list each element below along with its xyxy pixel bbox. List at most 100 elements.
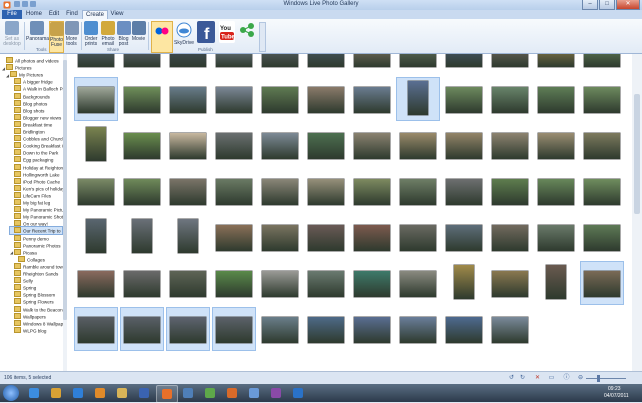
clock-date[interactable]: 04/07/2011 [604, 393, 629, 399]
tree-item[interactable]: My Panoramic Pictures [10, 206, 66, 213]
photo-thumbnail[interactable] [259, 308, 301, 350]
tree-item[interactable]: Ramble around town [10, 262, 65, 270]
photo-thumbnail[interactable] [305, 170, 347, 212]
photo-thumbnail[interactable] [443, 170, 485, 212]
close-button[interactable]: ✕ [616, 0, 640, 10]
photo-thumbnail[interactable] [259, 216, 301, 258]
photo-thumbnail[interactable] [167, 78, 209, 120]
photo-thumbnail[interactable] [305, 262, 347, 304]
info-icon[interactable]: ⓘ [563, 375, 570, 381]
tree-item[interactable]: LifeCam Files [10, 191, 62, 199]
taskbar-button[interactable] [90, 385, 110, 401]
movie-button[interactable]: Movie [131, 21, 146, 51]
photo-thumbnail[interactable] [74, 307, 118, 351]
photo-thumbnail[interactable] [535, 170, 577, 212]
tree-item[interactable]: Backgrounds [10, 92, 62, 100]
photo-thumbnail[interactable] [489, 54, 531, 74]
tree-item[interactable]: My Panoramic Shots [10, 213, 65, 220]
tree-item[interactable]: Spring Blossom [10, 291, 62, 298]
maximize-button[interactable]: □ [599, 0, 615, 10]
minimize-button[interactable]: – [582, 0, 598, 10]
photo-thumbnail[interactable] [443, 54, 485, 74]
zoom-slider[interactable] [586, 378, 626, 379]
tree-item[interactable]: Down to the Park [10, 149, 62, 156]
tree-item[interactable]: On our way! [10, 220, 62, 227]
photo-thumbnail[interactable] [489, 170, 531, 212]
taskbar-button[interactable] [112, 385, 132, 401]
photo-thumbnail[interactable] [581, 78, 623, 120]
photo-thumbnail[interactable] [213, 124, 255, 166]
photo-thumbnail[interactable] [213, 262, 255, 304]
photo-thumbnail[interactable] [121, 262, 163, 304]
gallery-scrollbar[interactable] [632, 54, 642, 371]
photo-thumbnail[interactable] [305, 216, 347, 258]
photo-thumbnail[interactable] [397, 216, 439, 258]
photo-thumbnail[interactable] [535, 54, 577, 74]
taskbar-button[interactable] [244, 385, 264, 401]
tree-item[interactable]: Cobbles and Churches [10, 135, 66, 142]
tree-item[interactable]: Holiday at Reighton Se [10, 163, 66, 171]
tab-home[interactable]: Home [24, 10, 44, 19]
photo-thumbnail[interactable] [443, 262, 485, 304]
photo-thumbnail[interactable] [351, 216, 393, 258]
photo-thumbnail[interactable] [75, 54, 117, 74]
photo-thumbnail[interactable] [305, 124, 347, 166]
tree-item[interactable]: Blogger new views [10, 113, 62, 121]
photo-thumbnail[interactable] [212, 307, 256, 351]
order-prints-button[interactable]: Order prints [83, 21, 99, 51]
tree-item[interactable]: A Walk in Balloch Park [10, 85, 66, 92]
photo-thumbnail[interactable] [120, 307, 164, 351]
tree-item[interactable]: ◢ Picasa [10, 248, 62, 256]
photo-thumbnail[interactable] [121, 216, 163, 258]
gallery-scrollbar-thumb[interactable] [634, 94, 640, 214]
photo-thumbnail[interactable] [167, 124, 209, 166]
photo-thumbnail[interactable] [167, 216, 209, 258]
photo-thumbnail[interactable] [397, 124, 439, 166]
zoom-out-icon[interactable]: ⊖ [577, 375, 584, 381]
photo-thumbnail[interactable] [166, 307, 210, 351]
photo-thumbnail[interactable] [259, 124, 301, 166]
tree-item[interactable]: Spring [10, 284, 62, 291]
tree-item[interactable]: iPod Photo Cache [10, 177, 62, 185]
photo-thumbnail[interactable] [213, 54, 255, 74]
photo-thumbnail[interactable] [213, 78, 255, 120]
tree-item[interactable]: Walk to the Beacon [10, 305, 63, 313]
set-as-desktop-button[interactable]: Set as desktop [2, 21, 22, 51]
photo-thumbnail[interactable] [489, 216, 531, 258]
photo-thumbnail[interactable] [397, 54, 439, 74]
photo-thumbnail[interactable] [581, 124, 623, 166]
photo-thumbnail[interactable] [351, 124, 393, 166]
photo-thumbnail[interactable] [580, 261, 624, 305]
youtube-button[interactable]: You Tube [218, 21, 236, 51]
tree-item[interactable]: Ken's pics of holiday [10, 184, 65, 192]
photo-thumbnail[interactable] [259, 78, 301, 120]
taskbar-button[interactable] [46, 385, 66, 401]
tree-item[interactable]: Penny demo [10, 234, 62, 242]
photo-thumbnail[interactable] [213, 170, 255, 212]
delete-icon[interactable]: ✕ [534, 375, 541, 381]
photo-thumbnail[interactable] [535, 216, 577, 258]
tree-item[interactable]: Rheighton Sands [10, 270, 62, 277]
taskbar-button[interactable] [200, 385, 220, 401]
photo-thumbnail[interactable] [75, 170, 117, 212]
tree-item[interactable]: Egg packaging [10, 156, 62, 163]
rotate-left-icon[interactable]: ↺ [508, 375, 515, 381]
tab-create[interactable]: Create [82, 10, 108, 19]
photo-thumbnail[interactable] [489, 124, 531, 166]
tab-find[interactable]: Find [64, 10, 80, 19]
photo-thumbnail[interactable] [351, 308, 393, 350]
ribbon-gallery-scroll[interactable] [259, 22, 266, 52]
taskbar-button[interactable] [134, 385, 154, 401]
photo-thumbnail[interactable] [121, 170, 163, 212]
photo-thumbnail[interactable] [581, 170, 623, 212]
taskbar-button[interactable] [178, 385, 198, 401]
photo-thumbnail[interactable] [167, 54, 209, 74]
tree-item[interactable]: Bridlington [10, 128, 62, 135]
photo-thumbnail[interactable] [259, 54, 301, 74]
flickr-button[interactable] [151, 21, 173, 53]
taskbar-button[interactable] [156, 385, 178, 403]
network-share-button[interactable] [237, 21, 257, 51]
taskbar-button[interactable] [24, 385, 44, 401]
photo-thumbnail[interactable] [121, 78, 163, 120]
photo-thumbnail[interactable] [396, 77, 440, 121]
